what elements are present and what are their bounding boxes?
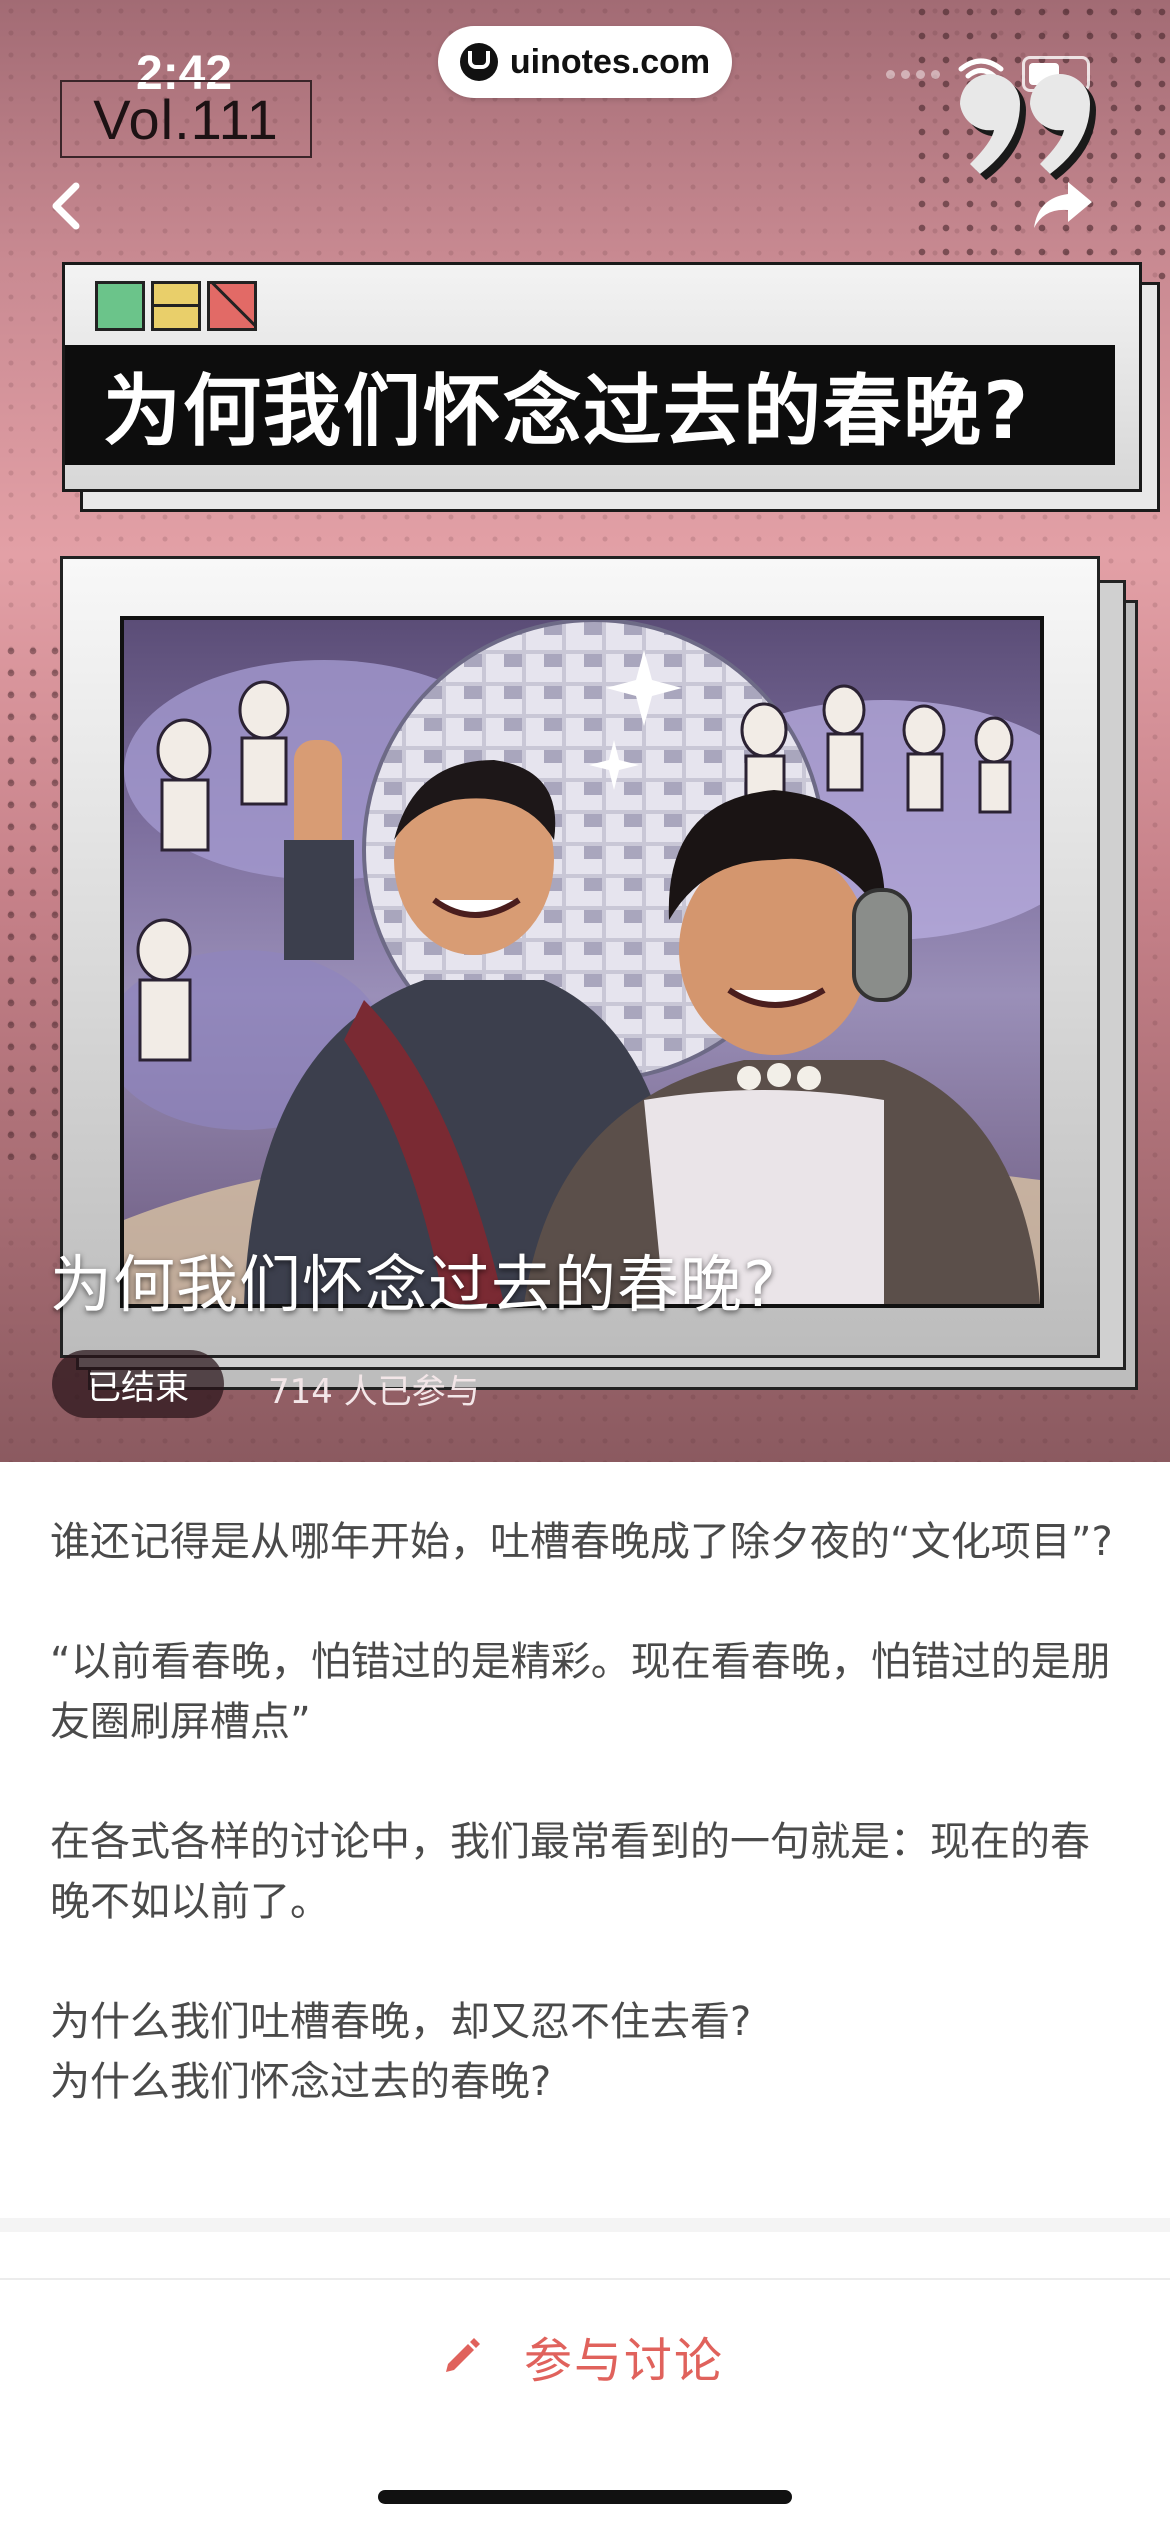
hero-section: 2:42 uinotes.com Vol.111 为何我们怀念过去的春晚? 为何…: [0, 0, 1170, 1462]
topic-description: 谁还记得是从哪年开始，吐槽春晚成了除夕夜的“文化项目”? “以前看春晚，怕错过的…: [50, 1512, 1120, 2172]
question-line: 为什么我们怀念过去的春晚?: [50, 2059, 552, 2105]
status-badge: 已结束: [52, 1350, 224, 1418]
join-discussion-button[interactable]: 参与讨论: [440, 2316, 724, 2396]
title-window: 为何我们怀念过去的春晚?: [62, 262, 1142, 492]
dot-pattern-left: [0, 640, 60, 1160]
banner-title-bar: 为何我们怀念过去的春晚?: [65, 345, 1115, 465]
description-paragraph: “以前看春晚，怕错过的是精彩。现在看春晚，怕错过的是朋友圈刷屏槽点”: [50, 1639, 1111, 1745]
participant-count: 714 人已参与: [268, 1372, 480, 1412]
quote-icon: [960, 74, 1096, 180]
question-line: 为什么我们吐槽春晚，却又忍不住去看?: [50, 1999, 752, 2045]
question-block: 为什么我们吐槽春晚，却又忍不住去看? 为什么我们怀念过去的春晚?: [50, 1992, 1120, 2112]
url-text: uinotes.com: [509, 42, 711, 81]
url-pill[interactable]: uinotes.com: [438, 26, 732, 98]
topic-illustration: [120, 616, 1044, 1308]
share-icon[interactable]: [1030, 176, 1096, 232]
section-separator: [0, 2218, 1170, 2232]
join-discussion-label: 参与讨论: [524, 2333, 725, 2389]
description-paragraph: 谁还记得是从哪年开始，吐槽春晚成了除夕夜的“文化项目”?: [50, 1519, 1113, 1565]
expand-icon: [95, 281, 145, 331]
site-logo-icon: [459, 43, 498, 81]
window-controls: [95, 281, 257, 331]
description-paragraph: 在各式各样的讨论中，我们最常看到的一句就是：现在的春晚不如以前了。: [50, 1819, 1090, 1925]
divider: [0, 2278, 1170, 2280]
split-icon: [151, 281, 201, 331]
home-indicator[interactable]: [378, 2490, 792, 2504]
pencil-icon: [446, 2338, 480, 2372]
signal-icon: [886, 69, 940, 79]
close-window-icon: [207, 281, 257, 331]
banner-title: 为何我们怀念过去的春晚?: [103, 367, 1031, 457]
topic-title: 为何我们怀念过去的春晚?: [50, 1248, 777, 1321]
back-icon[interactable]: [42, 176, 92, 236]
volume-badge: Vol.111: [60, 80, 312, 158]
